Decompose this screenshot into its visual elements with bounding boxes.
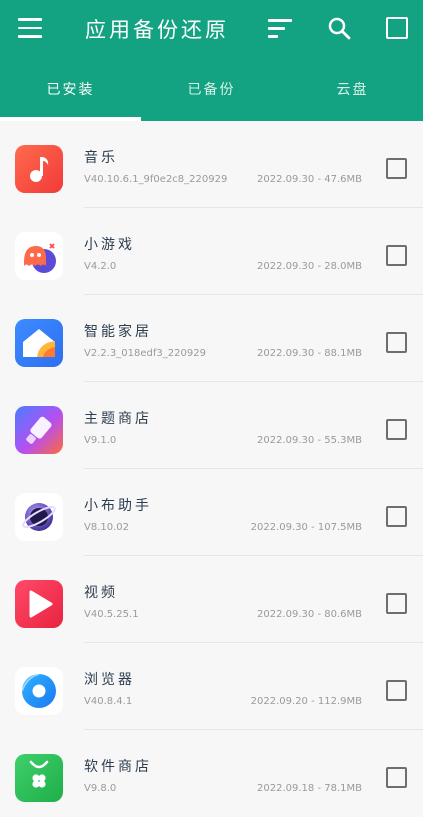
row-checkbox[interactable] [386, 593, 407, 614]
app-store-icon [15, 754, 63, 802]
app-name: 软件商店 [84, 759, 152, 775]
tab-backed-up[interactable]: 已备份 [141, 58, 282, 118]
app-version: V9.8.0 [84, 783, 117, 794]
app-date-size: 2022.09.30 - 107.5MB [250, 522, 362, 533]
assistant-icon [15, 493, 63, 541]
app-version: V8.10.02 [84, 522, 130, 533]
row-checkbox[interactable] [386, 506, 407, 527]
app-version: V2.2.3_018edf3_220929 [84, 348, 206, 359]
app-name: 小布助手 [84, 498, 152, 514]
page-title: 应用备份还原 [85, 18, 229, 42]
app-name: 音乐 [84, 150, 118, 166]
video-icon [15, 580, 63, 628]
list-item[interactable]: 音乐 V40.10.6.1_9f0e2c8_220929 2022.09.30 … [0, 121, 423, 208]
app-name: 主题商店 [84, 411, 152, 427]
list-item[interactable]: 智能家居 V2.2.3_018edf3_220929 2022.09.30 - … [0, 295, 423, 382]
toolbar: 应用备份还原 [0, 0, 423, 58]
smart-home-icon [15, 319, 63, 367]
sort-icon[interactable] [268, 19, 292, 39]
search-icon[interactable] [327, 16, 351, 40]
list-item[interactable]: 主题商店 V9.1.0 2022.09.30 - 55.3MB [0, 382, 423, 469]
list-item[interactable]: 视频 V40.5.25.1 2022.09.30 - 80.6MB [0, 556, 423, 643]
app-name: 小游戏 [84, 237, 135, 253]
app-name: 浏览器 [84, 672, 135, 688]
row-checkbox[interactable] [386, 158, 407, 179]
row-checkbox[interactable] [386, 419, 407, 440]
app-version: V40.8.4.1 [84, 696, 133, 707]
app-version: V40.5.25.1 [84, 609, 139, 620]
app-version: V9.1.0 [84, 435, 117, 446]
music-icon [15, 145, 63, 193]
app-date-size: 2022.09.30 - 55.3MB [257, 435, 362, 446]
theme-store-icon [15, 406, 63, 454]
app-date-size: 2022.09.30 - 88.1MB [257, 348, 362, 359]
browser-icon [15, 667, 63, 715]
select-all-checkbox[interactable] [386, 17, 408, 39]
list-item[interactable]: 软件商店 V9.8.0 2022.09.18 - 78.1MB [0, 730, 423, 817]
game-icon [15, 232, 63, 280]
menu-icon[interactable] [18, 18, 42, 38]
app-bar: 应用备份还原 已安装 已备份 云盘 [0, 0, 423, 121]
app-name: 智能家居 [84, 324, 152, 340]
list-item[interactable]: 小游戏 V4.2.0 2022.09.30 - 28.0MB [0, 208, 423, 295]
tab-installed[interactable]: 已安装 [0, 58, 141, 118]
row-checkbox[interactable] [386, 767, 407, 788]
app-date-size: 2022.09.30 - 80.6MB [257, 609, 362, 620]
list-item[interactable]: 浏览器 V40.8.4.1 2022.09.20 - 112.9MB [0, 643, 423, 730]
app-date-size: 2022.09.30 - 28.0MB [257, 261, 362, 272]
app-date-size: 2022.09.18 - 78.1MB [257, 783, 362, 794]
row-checkbox[interactable] [386, 245, 407, 266]
app-date-size: 2022.09.20 - 112.9MB [250, 696, 362, 707]
row-checkbox[interactable] [386, 680, 407, 701]
list-item[interactable]: 小布助手 V8.10.02 2022.09.30 - 107.5MB [0, 469, 423, 556]
app-version: V4.2.0 [84, 261, 117, 272]
app-name: 视频 [84, 585, 118, 601]
app-version: V40.10.6.1_9f0e2c8_220929 [84, 174, 228, 185]
app-date-size: 2022.09.30 - 47.6MB [257, 174, 362, 185]
tab-bar: 已安装 已备份 云盘 [0, 58, 423, 121]
tab-cloud[interactable]: 云盘 [282, 58, 423, 118]
row-checkbox[interactable] [386, 332, 407, 353]
